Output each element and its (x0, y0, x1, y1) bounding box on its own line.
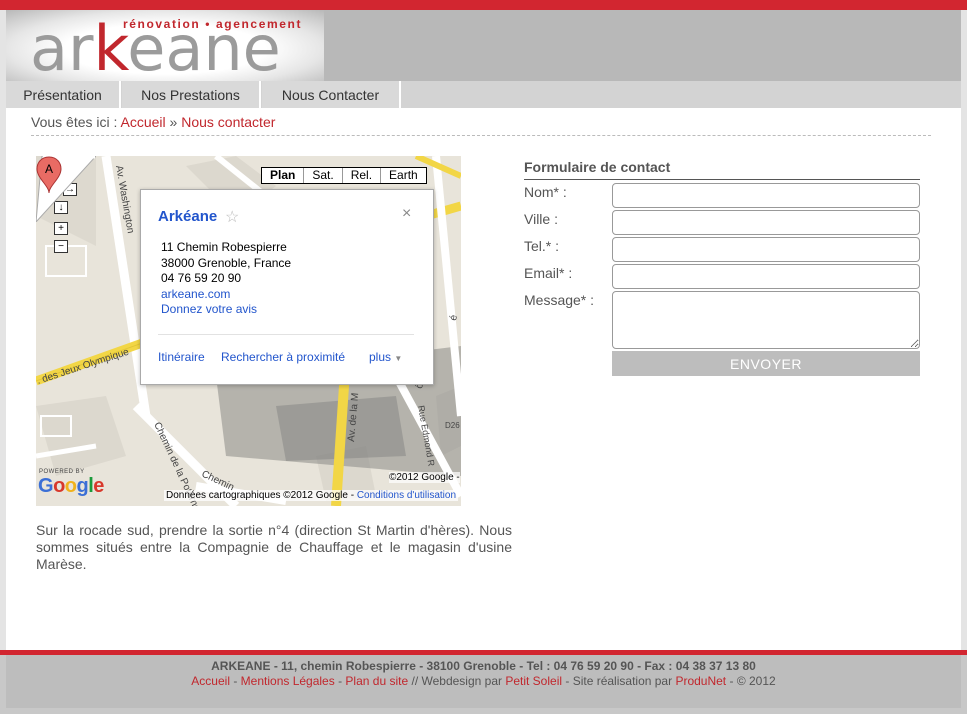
close-icon[interactable]: × (402, 205, 411, 223)
road-label-d26: D26 (445, 421, 460, 430)
map-type-plan-button[interactable]: Plan (262, 168, 305, 183)
map-type-sat-button[interactable]: Sat. (304, 168, 343, 183)
breadcrumb-prefix: Vous êtes ici : (31, 114, 118, 130)
name-label: Nom* : (524, 184, 567, 200)
map-type-selector: Plan Sat. Rel. Earth (261, 167, 427, 184)
place-review-link[interactable]: Donnez votre avis (161, 302, 257, 316)
name-field[interactable] (612, 183, 920, 208)
directions-text: Sur la rocade sud, prendre la sortie n°4… (36, 522, 512, 572)
place-address-line2: 38000 Grenoble, France (161, 256, 292, 270)
email-field[interactable] (612, 264, 920, 289)
top-red-bar (0, 0, 967, 10)
google-logo[interactable]: Google (38, 475, 104, 498)
map-pin-label: A (45, 162, 53, 176)
breadcrumb-home-link[interactable]: Accueil (121, 114, 166, 130)
phone-label: Tel.* : (524, 238, 560, 254)
logo[interactable]: rénovation • agencement arkeane (6, 10, 324, 85)
footer-produnet-link[interactable]: ProduNet (675, 674, 726, 688)
place-phone: 04 76 59 20 90 (161, 271, 242, 285)
footer-legal-link[interactable]: Mentions Légales (241, 674, 335, 688)
main-nav: Présentation Nos Prestations Nous Contac… (6, 81, 961, 108)
star-icon[interactable]: ☆ (225, 207, 239, 227)
footer-realisation-text: - Site réalisation par (565, 674, 673, 688)
breadcrumb-current[interactable]: Nous contacter (181, 114, 275, 130)
message-field[interactable] (612, 291, 920, 349)
footer-petit-soleil-link[interactable]: Petit Soleil (505, 674, 562, 688)
footer-sitemap-link[interactable]: Plan du site (345, 674, 408, 688)
site-header: rénovation • agencement arkeane (6, 10, 961, 85)
footer-home-link[interactable]: Accueil (191, 674, 230, 688)
map-zoom-out-button[interactable]: − (54, 240, 68, 253)
map-pin-icon[interactable]: A (36, 156, 62, 194)
nav-item-presentation[interactable]: Présentation (6, 81, 121, 108)
info-bubble: Arkéane ☆ × 11 Chemin Robespierre 38000 … (140, 189, 434, 385)
itinerary-link[interactable]: Itinéraire (158, 350, 205, 364)
bubble-divider (158, 334, 414, 335)
map-data-credit: Données cartographiques ©2012 Google - C… (164, 490, 459, 501)
place-title[interactable]: Arkéane (158, 208, 217, 225)
terms-link[interactable]: Conditions d'utilisation (357, 490, 456, 501)
phone-field[interactable] (612, 237, 920, 262)
logo-wordmark: arkeane (30, 12, 281, 85)
main-content: Vous êtes ici : Accueil » Nous contacter (6, 108, 961, 650)
place-website-link[interactable]: arkeane.com (161, 287, 230, 301)
place-address-line1: 11 Chemin Robespierre (161, 240, 287, 254)
message-label: Message* : (524, 292, 595, 308)
breadcrumb: Vous êtes ici : Accueil » Nous contacter (31, 114, 931, 136)
map-type-relief-button[interactable]: Rel. (342, 168, 382, 183)
chevron-down-icon: ▼ (394, 354, 403, 363)
map-type-earth-button[interactable]: Earth (381, 168, 426, 183)
more-link[interactable]: plus ▼ (369, 350, 402, 364)
footer-webdesign-text: // Webdesign par (411, 674, 502, 688)
footer-copyright: - © 2012 (729, 674, 776, 688)
form-title: Formulaire de contact (524, 159, 920, 180)
send-button[interactable]: ENVOYER (612, 351, 920, 376)
nav-item-contact[interactable]: Nous Contacter (262, 81, 401, 108)
search-nearby-link[interactable]: Rechercher à proximité (221, 350, 345, 364)
city-field[interactable] (612, 210, 920, 235)
city-label: Ville : (524, 211, 558, 227)
email-label: Email* : (524, 265, 573, 281)
nav-item-prestations[interactable]: Nos Prestations (122, 81, 261, 108)
google-map[interactable]: Av. Washington . des Jeux Olympique Chem… (36, 156, 461, 506)
footer-links: Accueil - Mentions Légales - Plan du sit… (191, 674, 776, 688)
breadcrumb-separator: » (169, 114, 178, 130)
footer-content: ARKEANE - 11, chemin Robespierre - 38100… (6, 655, 961, 708)
map-copyright: ©2012 Google - (389, 472, 460, 483)
map-zoom-in-button[interactable]: + (54, 222, 68, 235)
footer-contact-info: ARKEANE - 11, chemin Robespierre - 38100… (211, 659, 756, 673)
